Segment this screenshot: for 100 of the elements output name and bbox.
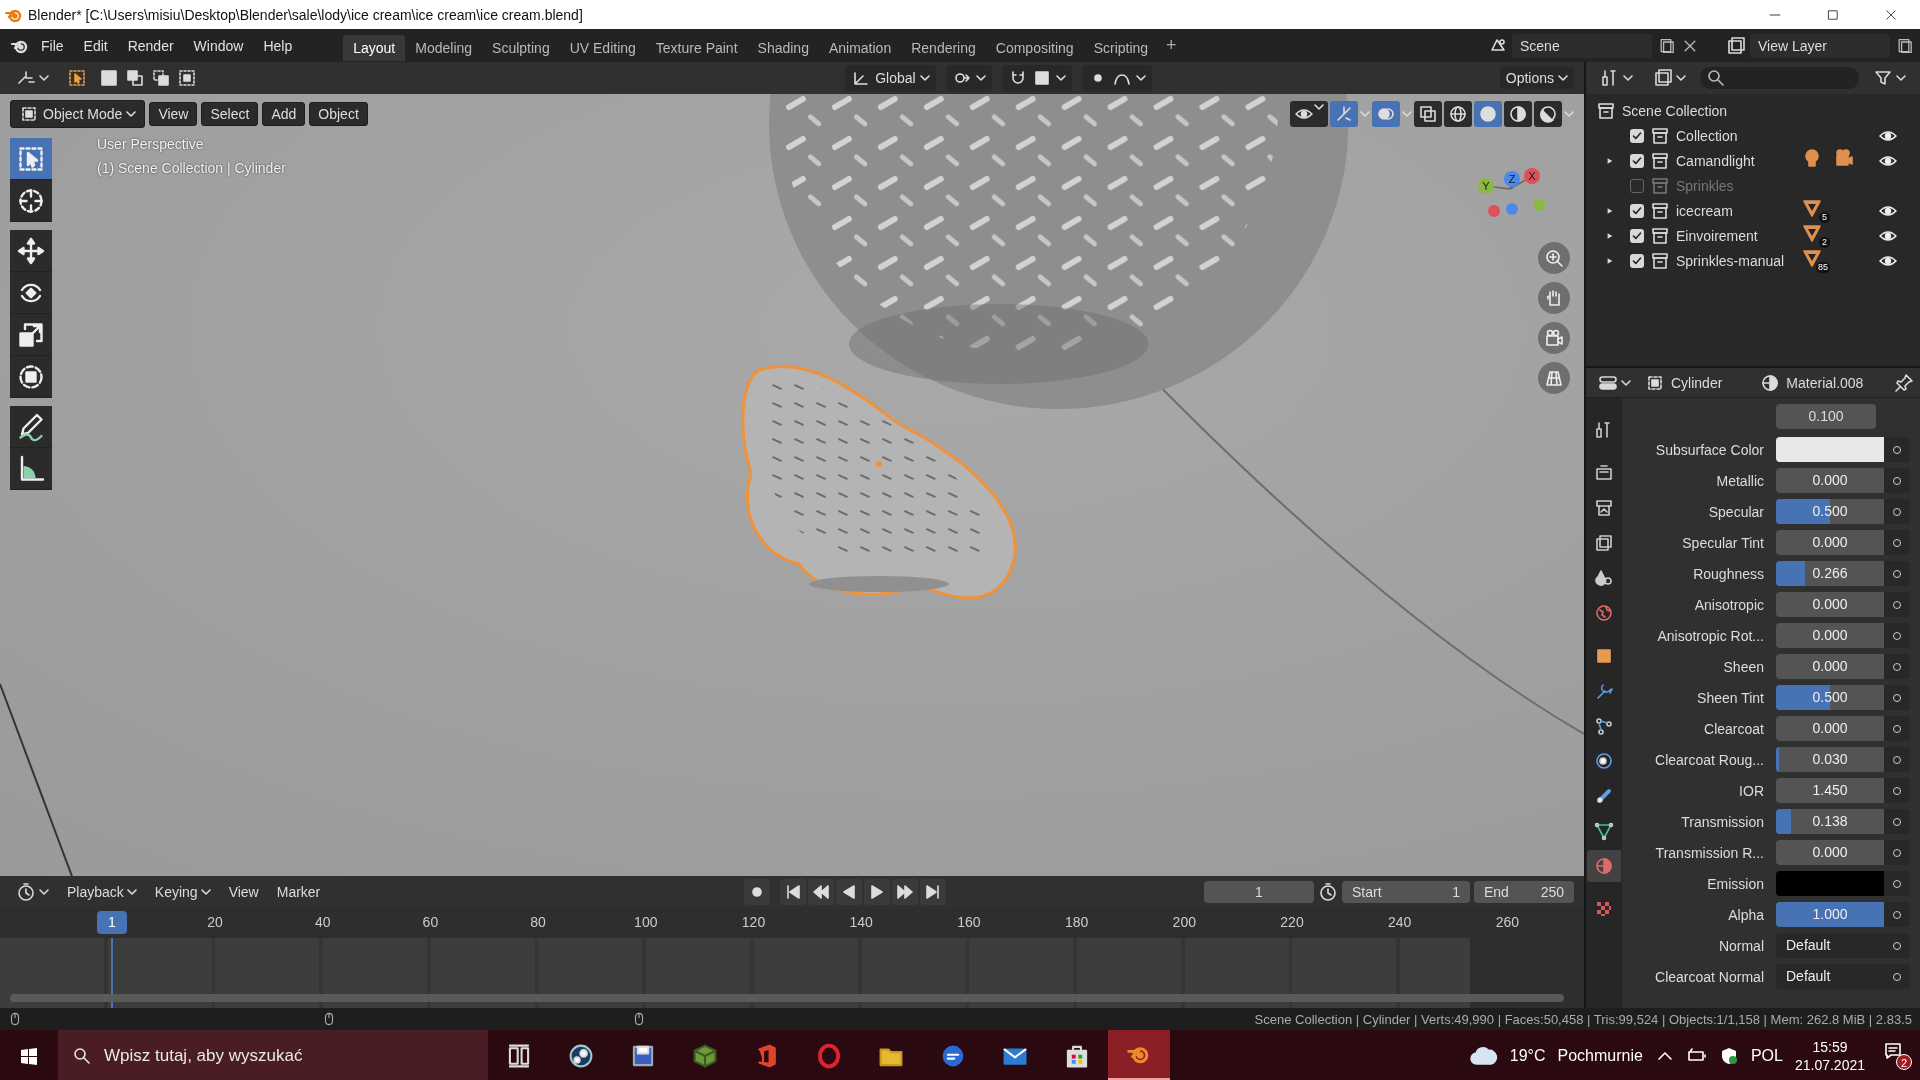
- status-text: Scene Collection | Cylinder | Verts:49,990 | Faces:50,458 | Tris:99,524 | Objects:1/1,158 | Mem: 262.8 MiB | 2.83.5: [1254, 1011, 1912, 1027]
- timeline-menu[interactable]: Playback: [61, 881, 143, 903]
- timeline-menu[interactable]: View: [222, 881, 265, 903]
- mesh-badge[interactable]: 5: [1802, 198, 1830, 223]
- workspace-tab[interactable]: Rendering: [901, 34, 986, 61]
- view-layer-field[interactable]: View Layer: [1750, 33, 1890, 58]
- property-slider[interactable]: 0.000: [1776, 530, 1884, 555]
- timeline-menu[interactable]: Keying: [148, 881, 217, 903]
- weather-text[interactable]: Pochmurnie: [1557, 1046, 1643, 1065]
- mesh-badge[interactable]: 2: [1802, 223, 1830, 248]
- workspace-tab[interactable]: Sculpting: [482, 34, 560, 61]
- language-indicator[interactable]: POL: [1750, 1046, 1783, 1065]
- navigation-gizmo[interactable]: Y Z X: [1470, 144, 1570, 224]
- end-frame-field[interactable]: End 250: [1474, 881, 1574, 903]
- frame-number: 200: [1172, 914, 1196, 930]
- frame-number: 60: [422, 914, 439, 930]
- workspace-tab[interactable]: Scripting: [1083, 34, 1159, 61]
- scene-field[interactable]: Scene: [1512, 33, 1652, 58]
- dropdown-field[interactable]: Default: [1776, 933, 1884, 958]
- property-slider[interactable]: 0.000: [1776, 623, 1884, 648]
- property-label: Anisotropic: [1693, 596, 1764, 613]
- clock-date[interactable]: 21.07.2021: [1794, 1056, 1865, 1073]
- number-field[interactable]: 0.100: [1776, 404, 1876, 429]
- frame-number: 40: [314, 914, 331, 930]
- property-slider[interactable]: 1.000: [1776, 902, 1884, 927]
- frame-number: 140: [849, 914, 873, 930]
- frame-number: 100: [634, 914, 658, 930]
- property-label: Transmission R...: [1654, 844, 1764, 861]
- property-label: Anisotropic Rot...: [1656, 627, 1764, 644]
- frame-number: 220: [1280, 914, 1304, 930]
- property-slider[interactable]: 0.000: [1776, 468, 1884, 493]
- object-name: Cylinder: [1671, 374, 1723, 391]
- frame-number: 240: [1388, 914, 1412, 930]
- viewport-menu[interactable]: Object: [309, 102, 368, 126]
- window-title: Blender* [C:\Users\misiu\Desktop\Blender\sale\lody\ice cream\ice cream\ice cream.blend]: [28, 6, 584, 23]
- frame-number: 260: [1495, 914, 1520, 930]
- frame-number: 160: [957, 914, 981, 930]
- menu-item[interactable]: Edit: [74, 33, 117, 58]
- workspace-tab[interactable]: Texture Paint: [645, 34, 748, 61]
- property-slider[interactable]: 0.000: [1776, 716, 1884, 741]
- material-name: Material.008: [1786, 374, 1864, 391]
- menu-item[interactable]: File: [32, 33, 73, 58]
- property-label: Sheen Tint: [1696, 689, 1764, 706]
- property-label: Normal: [1717, 937, 1764, 954]
- property-slider[interactable]: 0.030: [1776, 747, 1884, 772]
- menu-item[interactable]: Window: [184, 33, 253, 58]
- outliner-item[interactable]: Sprinkles-manual: [1676, 252, 1796, 269]
- workspace-tab[interactable]: Layout: [343, 34, 406, 61]
- current-frame-marker[interactable]: 1: [97, 911, 127, 934]
- property-label: Transmission: [1680, 813, 1764, 830]
- property-slider[interactable]: 0.138: [1776, 809, 1884, 834]
- clock-time[interactable]: 15:59: [1812, 1038, 1848, 1055]
- frame-number: 20: [207, 914, 223, 930]
- property-label: Clearcoat Normal: [1654, 968, 1764, 985]
- dropdown-field[interactable]: Default: [1776, 964, 1884, 989]
- property-label: Roughness: [1692, 565, 1764, 582]
- current-frame-field[interactable]: 1: [1204, 881, 1314, 903]
- outliner-item[interactable]: Einvoirement: [1676, 227, 1796, 244]
- mode-dropdown[interactable]: Object Mode: [10, 100, 146, 128]
- property-slider[interactable]: 0.500: [1776, 685, 1884, 710]
- outliner-item[interactable]: Camandlight: [1676, 152, 1796, 169]
- add-workspace-button[interactable]: +: [1158, 31, 1185, 60]
- viewport-info-text: User Perspective: [97, 136, 205, 152]
- workspace-tab[interactable]: Shading: [747, 34, 819, 61]
- property-slider[interactable]: 0.000: [1776, 840, 1884, 865]
- orientation-dropdown[interactable]: Global: [845, 65, 936, 91]
- temperature-text[interactable]: 19°C: [1509, 1046, 1546, 1065]
- property-label: Specular Tint: [1681, 534, 1764, 551]
- number-field[interactable]: 1.450: [1776, 778, 1884, 803]
- menu-item[interactable]: Help: [254, 33, 302, 58]
- workspace-tab[interactable]: Animation: [818, 34, 902, 61]
- property-slider[interactable]: 0.500: [1776, 499, 1884, 524]
- options-dropdown[interactable]: Options: [1499, 67, 1574, 89]
- outliner-item[interactable]: Collection: [1676, 127, 1796, 144]
- notification-button[interactable]: 2: [1883, 1041, 1912, 1070]
- property-slider[interactable]: 0.266: [1776, 561, 1884, 586]
- outliner-item[interactable]: icecream: [1676, 202, 1796, 219]
- property-label: Sheen: [1722, 658, 1764, 675]
- viewport-menu[interactable]: Add: [262, 102, 306, 126]
- frame-number: 80: [530, 914, 546, 930]
- workspace-tab[interactable]: Modeling: [405, 34, 483, 61]
- property-label: Emission: [1706, 875, 1764, 892]
- viewport-menu[interactable]: View: [149, 102, 198, 126]
- mesh-badge[interactable]: 85: [1802, 248, 1830, 273]
- property-label: IOR: [1738, 782, 1764, 799]
- frame-number: 120: [741, 914, 766, 930]
- viewport-menu[interactable]: Select: [201, 102, 259, 126]
- menu-item[interactable]: Render: [118, 33, 183, 58]
- property-label: Alpha: [1727, 906, 1764, 923]
- property-slider[interactable]: 0.000: [1776, 592, 1884, 617]
- outliner-item[interactable]: Scene Collection: [1622, 102, 1742, 119]
- workspace-tab[interactable]: Compositing: [985, 34, 1084, 61]
- property-label: Clearcoat: [1703, 720, 1764, 737]
- property-label: Metallic: [1715, 472, 1764, 489]
- property-label: Specular: [1707, 503, 1764, 520]
- start-frame-field[interactable]: Start 1: [1342, 881, 1470, 903]
- workspace-tab[interactable]: UV Editing: [559, 34, 646, 61]
- taskbar-search-field[interactable]: Wpisz tutaj, aby wyszukać: [58, 1030, 488, 1080]
- timeline-menu[interactable]: Marker: [270, 881, 327, 903]
- property-slider[interactable]: 0.000: [1776, 654, 1884, 679]
